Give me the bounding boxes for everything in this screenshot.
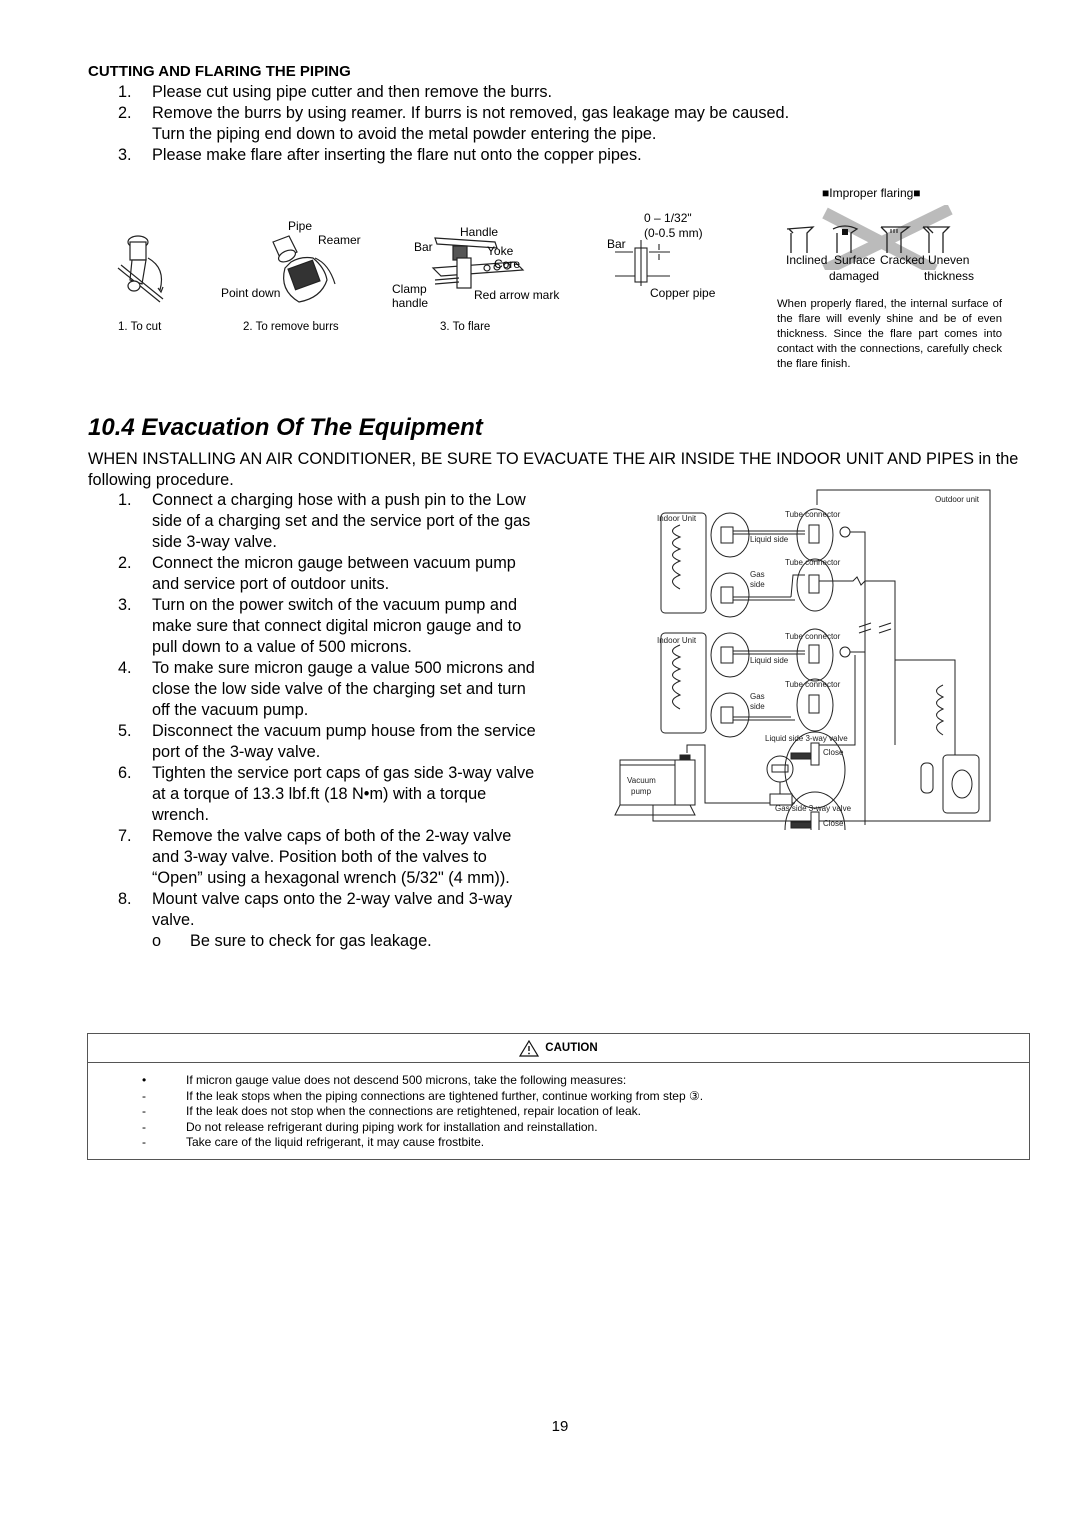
label-outdoor-unit: Outdoor unit <box>935 495 980 504</box>
label-handle: Handle <box>460 225 499 239</box>
caution-body: • If micron gauge value does not descend … <box>88 1063 1029 1151</box>
list-item: 1. Connect a charging hose with a push pi… <box>118 491 531 551</box>
square-bullet-icon: ■ <box>913 186 921 200</box>
label-vacuum: Vacuum <box>627 776 656 785</box>
label-core: Core <box>494 257 521 271</box>
caution-item: - Take care of the liquid refrigerant, it… <box>142 1135 485 1149</box>
list-item: 5. Disconnect the vacuum pump house from … <box>118 722 536 761</box>
label-yoke: Yoke <box>487 244 514 258</box>
section-subheading: CUTTING AND FLARING THE PIPING <box>88 63 351 80</box>
label-liquid-side-2: Liquid side <box>750 656 789 665</box>
label-clamp-handle: handle <box>392 296 429 310</box>
label-liquid-side-1: Liquid side <box>750 535 789 544</box>
label-gas-1: Gas <box>750 570 765 579</box>
figure-caption-flare: 3. To flare <box>440 321 491 333</box>
label-red-arrow-mark: Red arrow mark <box>474 288 560 302</box>
list-item: 2. Remove the burrs by using reamer. If … <box>118 104 790 143</box>
list-item: 2. Connect the micron gauge between vacuu… <box>118 554 516 593</box>
improper-flaring-title: ■Improper flaring■ <box>822 186 921 200</box>
label-gap-bar: Bar <box>607 237 626 251</box>
label-tube-connector-2: Tube connector <box>785 558 841 567</box>
flare-type-uneven: Uneven <box>928 253 970 267</box>
list-item: 8. Mount valve caps onto the 2-way valve … <box>118 890 513 929</box>
label-pipe: Pipe <box>288 219 313 233</box>
list-item: 6. Tighten the service port caps of gas s… <box>118 764 535 824</box>
label-reamer: Reamer <box>318 233 361 247</box>
caution-item: - If the leak stops when the piping conne… <box>142 1088 704 1103</box>
label-clamp: Clamp <box>392 282 427 296</box>
figure-caption-cut: 1. To cut <box>118 321 162 333</box>
flare-type-thickness: thickness <box>924 269 975 283</box>
label-point-down: Point down <box>221 286 281 300</box>
list-item: 3. Please make flare after inserting the… <box>118 146 642 164</box>
sub-bullet: o Be sure to check for gas leakage. <box>152 932 432 950</box>
label-tube-connector-1: Tube connector <box>785 510 841 519</box>
list-item: 1. Please cut using pipe cutter and then… <box>118 83 553 101</box>
label-copper-pipe: Copper pipe <box>650 286 716 300</box>
label-indoor-unit-2: Indoor Unit <box>657 636 697 645</box>
label-bar: Bar <box>414 240 433 254</box>
label-gap-mm: (0-0.5 mm) <box>644 226 703 240</box>
flare-type-damaged: damaged <box>829 269 880 283</box>
pipe-cutter-illustration <box>117 235 164 303</box>
flare-type-inclined: Inclined <box>786 253 828 267</box>
caution-item: • If micron gauge value does not descend … <box>142 1073 627 1087</box>
label-gap-dimension: 0 – 1/32" <box>644 211 692 225</box>
flare-type-surface: Surface <box>834 253 876 267</box>
label-close-2: Close <box>823 819 844 828</box>
evacuation-diagram: Outdoor unit Indoor Unit Tube connector … <box>614 489 991 830</box>
label-liquid-valve: Liquid side 3-way valve <box>765 734 848 743</box>
section-title: 10.4 Evacuation Of The Equipment <box>88 414 483 441</box>
label-gas-valve: Gas side 3-way valve <box>775 804 852 813</box>
figure-caption-burrs: 2. To remove burrs <box>243 321 339 333</box>
evacuation-steps: 1. Connect a charging hose with a push pi… <box>118 490 538 952</box>
warning-icon <box>519 1039 540 1057</box>
label-tube-connector-4: Tube connector <box>785 680 841 689</box>
cutting-steps: 1. Please cut using pipe cutter and then… <box>118 82 789 166</box>
label-side-1: side <box>750 580 765 589</box>
caution-header: CAUTION <box>88 1034 1029 1063</box>
list-item: 3. Turn on the power switch of the vacuum… <box>118 596 522 656</box>
label-tube-connector-3: Tube connector <box>785 632 841 641</box>
label-indoor-unit-1: Indoor Unit <box>657 514 697 523</box>
proper-flare-note: When properly flared, the internal surfa… <box>777 298 1002 370</box>
list-item: 4. To make sure micron gauge a value 500 … <box>118 659 535 719</box>
list-item: 7. Remove the valve caps of both of the 2… <box>118 827 512 887</box>
label-pump: pump <box>631 787 652 796</box>
page-number: 19 <box>551 1418 569 1435</box>
flare-type-cracked: Cracked <box>880 253 925 267</box>
caution-item: - Do not release refrigerant during pipin… <box>142 1119 598 1134</box>
label-side-2: side <box>750 702 765 711</box>
caution-box: CAUTION • If micron gauge value does not … <box>87 1033 1030 1160</box>
caution-item: - If the leak does not stop when the conn… <box>142 1104 641 1118</box>
label-gas-2: Gas <box>750 692 765 701</box>
label-close-1: Close <box>823 748 844 757</box>
